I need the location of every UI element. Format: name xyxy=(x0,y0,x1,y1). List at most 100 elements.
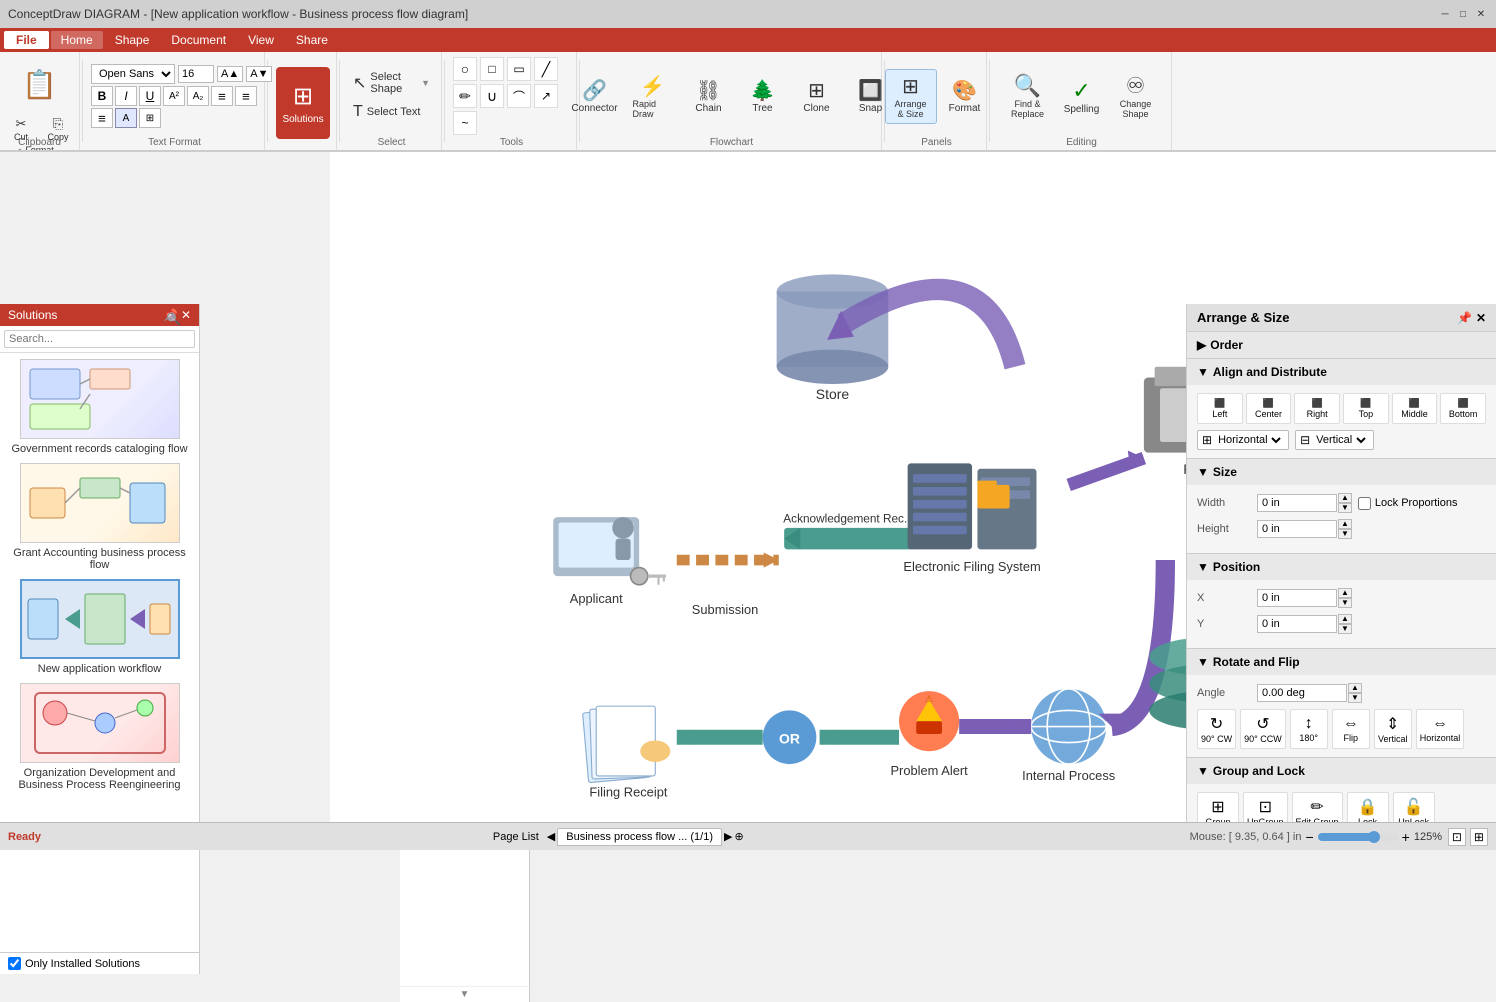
rotate-header[interactable]: ▼ Rotate and Flip xyxy=(1187,649,1496,675)
solutions-search-icon[interactable]: 🔍 xyxy=(166,312,181,326)
change-shape-button[interactable]: ♾ Change Shape xyxy=(1110,69,1162,123)
angle-down[interactable]: ▼ xyxy=(1348,693,1362,703)
size-header[interactable]: ▼ Size xyxy=(1187,459,1496,485)
tool-curve[interactable]: ⌒ xyxy=(507,84,531,108)
width-up[interactable]: ▲ xyxy=(1338,493,1352,503)
shape-menu[interactable]: Shape xyxy=(105,31,160,49)
font-color-button[interactable]: A xyxy=(115,108,137,128)
height-down[interactable]: ▼ xyxy=(1338,529,1352,539)
share-menu[interactable]: Share xyxy=(286,31,338,49)
solutions-close-icon[interactable]: ✕ xyxy=(181,308,191,322)
order-header[interactable]: ▶ Order xyxy=(1187,332,1496,358)
group-btn[interactable]: ⊞ Group xyxy=(1197,792,1239,822)
page-list-btn[interactable]: Page List xyxy=(487,829,545,845)
flip-vertical-btn[interactable]: ⇕ Vertical xyxy=(1374,709,1412,749)
font-size-increase[interactable]: A▲ xyxy=(217,66,243,82)
lock-prop-checkbox[interactable] xyxy=(1358,497,1371,510)
maximize-btn[interactable]: □ xyxy=(1456,7,1470,21)
chain-button[interactable]: ⛓ Chain xyxy=(685,74,733,118)
lock-btn[interactable]: 🔒 Lock xyxy=(1347,792,1389,822)
height-up[interactable]: ▲ xyxy=(1338,519,1352,529)
font-size-decrease[interactable]: A▼ xyxy=(246,66,272,82)
zoom-thumb[interactable] xyxy=(1368,831,1380,843)
x-up[interactable]: ▲ xyxy=(1338,588,1352,598)
align-bottom-btn[interactable]: ⬛ Bottom xyxy=(1440,393,1486,424)
align-middle-btn[interactable]: ⬛ Middle xyxy=(1392,393,1438,424)
rotate-90ccw-btn[interactable]: ↺ 90° CCW xyxy=(1240,709,1286,749)
arrange-size-button[interactable]: ⊞ Arrange & Size xyxy=(885,69,937,124)
rotate-90cw-btn[interactable]: ↻ 90° CW xyxy=(1197,709,1236,749)
paste-button[interactable]: 📋 xyxy=(16,56,64,112)
position-header[interactable]: ▼ Position xyxy=(1187,554,1496,580)
select-text-button[interactable]: T Select Text xyxy=(348,100,435,124)
solutions-ribbon-btn[interactable]: ⊞ Solutions xyxy=(270,52,337,150)
underline-button[interactable]: U xyxy=(139,86,161,106)
page-next-btn[interactable]: ▶ xyxy=(724,830,732,843)
width-down[interactable]: ▼ xyxy=(1338,503,1352,513)
right-panel-close-icon[interactable]: ✕ xyxy=(1476,311,1486,325)
width-input[interactable] xyxy=(1257,494,1337,512)
tool-arc[interactable]: ∪ xyxy=(480,84,504,108)
solutions-btn-inner[interactable]: ⊞ Solutions xyxy=(276,67,330,139)
group-header[interactable]: ▼ Group and Lock xyxy=(1187,758,1496,784)
unlock-btn[interactable]: 🔓 UnLock xyxy=(1393,792,1435,822)
tool-oval[interactable]: ○ xyxy=(453,57,477,81)
zoom-in-btn[interactable]: + xyxy=(1402,829,1410,845)
library-scroll-down[interactable]: ▼ xyxy=(400,986,529,1002)
align-header[interactable]: ▼ Align and Distribute xyxy=(1187,359,1496,385)
view-menu[interactable]: View xyxy=(238,31,284,49)
home-menu[interactable]: Home xyxy=(51,31,103,49)
height-input[interactable] xyxy=(1257,520,1337,538)
y-input[interactable] xyxy=(1257,615,1337,633)
page-prev-btn[interactable]: ◀ xyxy=(547,830,555,843)
select-shape-button[interactable]: ↖ Select Shape ▼ xyxy=(348,68,435,98)
more-options-button[interactable]: ⊞ xyxy=(139,108,161,128)
tool-pen[interactable]: ✏ xyxy=(453,84,477,108)
angle-input[interactable] xyxy=(1257,684,1347,702)
close-btn[interactable]: ✕ xyxy=(1474,7,1488,21)
align-right-btn[interactable]: ⬛ Right xyxy=(1294,393,1340,424)
zoom-out-btn[interactable]: − xyxy=(1305,829,1313,845)
y-up[interactable]: ▲ xyxy=(1338,614,1352,624)
connector-button[interactable]: 🔗 Connector xyxy=(569,74,621,118)
right-panel-pin-icon[interactable]: 📌 xyxy=(1457,311,1472,325)
font-selector[interactable]: Open Sans xyxy=(91,64,175,84)
clone-button[interactable]: ⊞ Clone xyxy=(793,74,841,118)
align-left-button[interactable]: ≡ xyxy=(211,86,233,106)
installed-only-checkbox[interactable] xyxy=(8,957,21,970)
solution-item-gov[interactable]: Government records cataloging flow xyxy=(6,359,193,455)
minimize-btn[interactable]: ─ xyxy=(1438,7,1452,21)
solution-item-org[interactable]: Organization Development and Business Pr… xyxy=(6,683,193,791)
fit-page-btn[interactable]: ⊡ xyxy=(1448,828,1466,846)
x-input[interactable] xyxy=(1257,589,1337,607)
italic-button[interactable]: I xyxy=(115,86,137,106)
align-center-btn[interactable]: ⬛ Center xyxy=(1246,393,1292,424)
x-down[interactable]: ▼ xyxy=(1338,598,1352,608)
format-button[interactable]: 🎨 Format xyxy=(941,74,989,118)
tool-rounded[interactable]: ▭ xyxy=(507,57,531,81)
tool-line[interactable]: ╱ xyxy=(534,57,558,81)
align-right-button[interactable]: ≡ xyxy=(91,108,113,128)
tree-button[interactable]: 🌲 Tree xyxy=(739,74,787,118)
align-left-btn[interactable]: ⬛ Left xyxy=(1197,393,1243,424)
flip-horizontal-btn[interactable]: ⇔ Horizontal xyxy=(1416,709,1465,749)
align-center-button[interactable]: ≡ xyxy=(235,86,257,106)
solutions-search[interactable] xyxy=(4,330,195,348)
spelling-button[interactable]: ✓ Spelling xyxy=(1058,74,1106,119)
flip-btn[interactable]: ⇔ Flip xyxy=(1332,709,1370,749)
find-replace-button[interactable]: 🔍 Find & Replace xyxy=(1002,69,1054,123)
align-top-btn[interactable]: ⬛ Top xyxy=(1343,393,1389,424)
bold-button[interactable]: B xyxy=(91,86,113,106)
y-down[interactable]: ▼ xyxy=(1338,624,1352,634)
superscript-button[interactable]: A² xyxy=(163,86,185,106)
tool-rect[interactable]: □ xyxy=(480,57,504,81)
angle-up[interactable]: ▲ xyxy=(1348,683,1362,693)
grid-btn[interactable]: ⊞ xyxy=(1470,828,1488,846)
rotate-180-btn[interactable]: ↕ 180° xyxy=(1290,709,1328,749)
add-page-btn[interactable]: ⊕ xyxy=(734,830,743,843)
solution-item-new[interactable]: New application workflow xyxy=(6,579,193,675)
tool-bezier[interactable]: ~ xyxy=(453,111,477,135)
subscript-button[interactable]: A₂ xyxy=(187,86,209,106)
document-menu[interactable]: Document xyxy=(161,31,236,49)
file-menu[interactable]: File xyxy=(4,31,49,49)
